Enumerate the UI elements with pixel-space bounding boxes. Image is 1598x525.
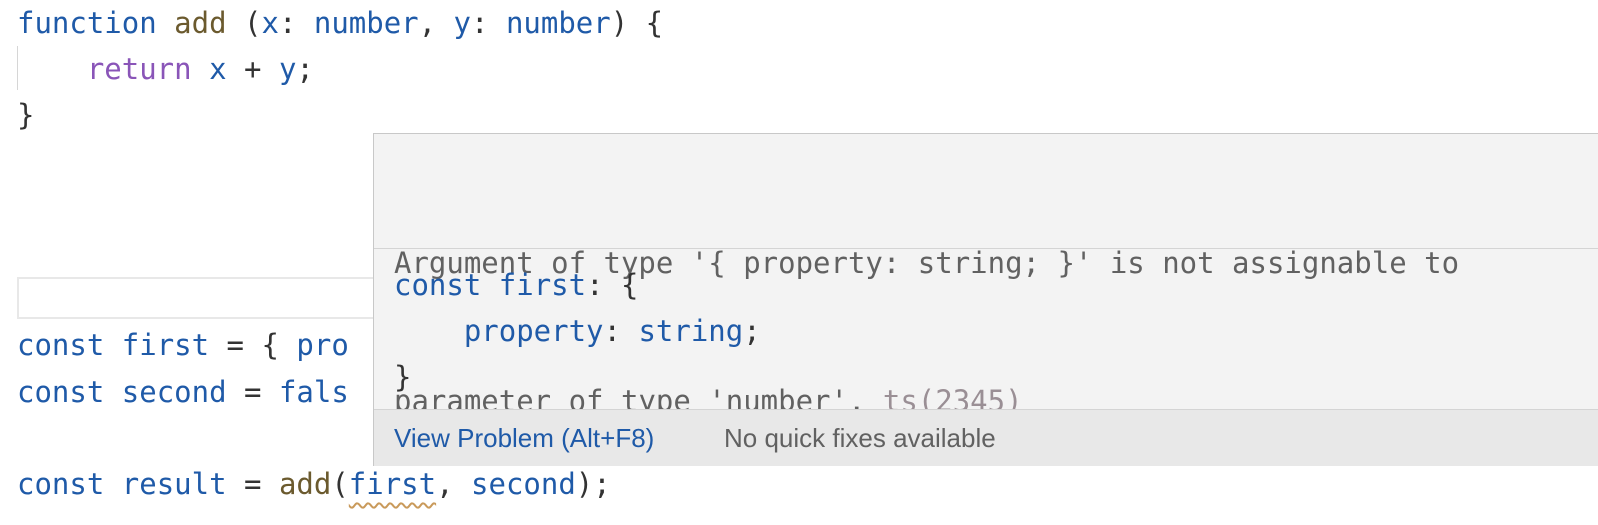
- code-token: y: [453, 6, 472, 40]
- code-token: }: [17, 98, 35, 132]
- hover-divider: [374, 248, 1598, 249]
- code-token: ;: [296, 52, 314, 86]
- no-quick-fixes-label: No quick fixes available: [724, 423, 996, 453]
- error-hover-tooltip: Argument of type '{ property: string; }'…: [373, 133, 1598, 466]
- code-token: property: [463, 314, 604, 348]
- code-token: +: [226, 52, 279, 86]
- code-token: x: [209, 52, 227, 86]
- code-token: const: [17, 467, 105, 501]
- code-token: first: [121, 328, 210, 362]
- code-line: const second = fals: [17, 369, 349, 415]
- code-token: :: [471, 6, 506, 40]
- code-token: }: [394, 360, 412, 394]
- code-token: = {: [209, 328, 297, 362]
- code-token: :: [278, 6, 314, 40]
- code-token: first: [498, 268, 587, 302]
- hover-code-line: }: [394, 354, 761, 400]
- code-token: (: [331, 467, 349, 501]
- code-token: const: [17, 328, 105, 362]
- code-token: :: [603, 314, 639, 348]
- code-token: function: [17, 6, 157, 40]
- view-problem-link[interactable]: View Problem (Alt+F8): [394, 410, 654, 466]
- code-token: return: [86, 52, 192, 86]
- hover-code-line: property: string;: [394, 308, 761, 354]
- code-editor[interactable]: function add (x: number, y: number) { re…: [0, 0, 1598, 525]
- hover-status-bar: View Problem (Alt+F8) No quick fixes ava…: [374, 410, 1598, 466]
- code-token: result: [121, 467, 227, 501]
- code-token: second: [121, 375, 227, 409]
- code-token: =: [226, 467, 279, 501]
- code-token: ;: [743, 314, 761, 348]
- code-token: ) {: [610, 6, 664, 40]
- code-token: : {: [586, 268, 639, 302]
- code-token: number: [505, 6, 611, 40]
- code-token: add: [278, 467, 332, 501]
- code-line: const first = { pro: [17, 322, 349, 368]
- code-token: (: [226, 6, 262, 40]
- code-token: pro: [296, 328, 349, 362]
- code-token: ,: [418, 6, 454, 40]
- code-token: y: [278, 52, 297, 86]
- code-token: x: [261, 6, 279, 40]
- code-token: =: [226, 375, 279, 409]
- code-line: return x + y;: [17, 46, 314, 92]
- find-widget-input[interactable]: [17, 277, 397, 319]
- code-token: string: [638, 314, 744, 348]
- code-token: const: [17, 375, 105, 409]
- code-token: number: [313, 6, 419, 40]
- hover-type-definition: const first: { property: string;}: [394, 262, 761, 400]
- code-token: const: [394, 268, 482, 302]
- code-line: function add (x: number, y: number) {: [17, 0, 663, 46]
- code-token: add: [174, 6, 227, 40]
- code-line: }: [17, 92, 34, 138]
- hover-code-line: const first: {: [394, 262, 761, 308]
- code-token: fals: [278, 375, 349, 409]
